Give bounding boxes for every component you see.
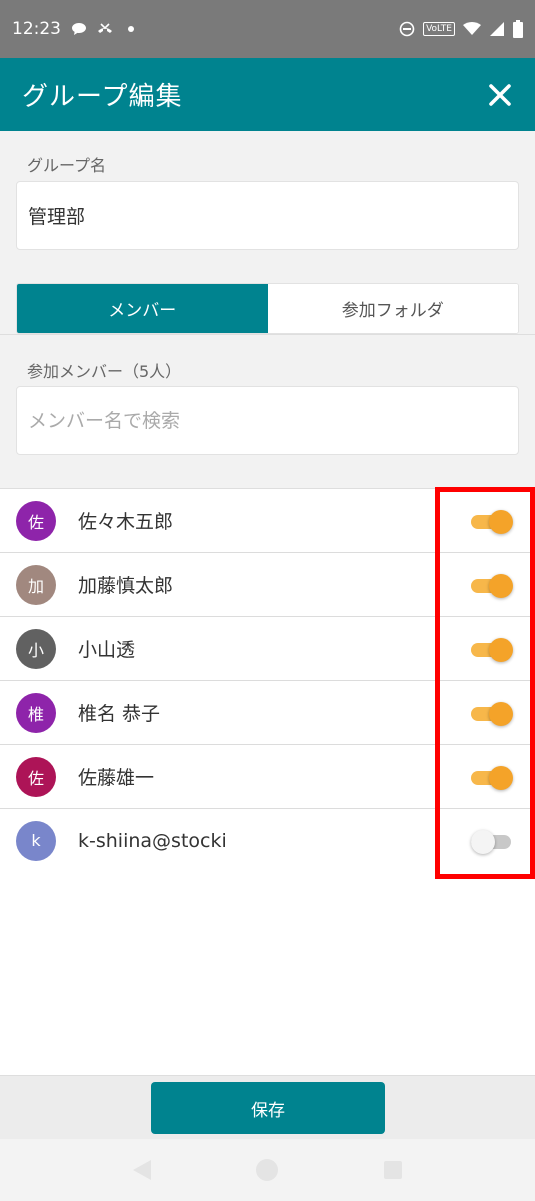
list-item: 小 小山透 [0,617,535,681]
list-item: 椎 椎名 恭子 [0,681,535,745]
app-bar: グループ編集 [0,58,535,131]
avatar: 加 [16,564,56,605]
system-nav-bar [0,1139,535,1201]
volte-icon: VoLTE [423,22,455,36]
save-button[interactable]: 保存 [151,1082,385,1134]
missed-call-icon [98,23,112,33]
recent-apps-icon[interactable] [384,1161,403,1179]
avatar: 椎 [16,692,56,733]
tab-folders[interactable]: 参加フォルダ [267,284,518,333]
avatar: 小 [16,628,56,669]
member-toggle-switch[interactable] [471,637,513,662]
list-item: k k-shiina@stocki [0,809,535,873]
member-toggle-switch[interactable] [471,701,513,726]
list-item: 佐 佐々木五郎 [0,489,535,553]
avatar: 佐 [16,756,56,797]
member-list: 佐 佐々木五郎 加 加藤慎太郎 小 小山透 椎 椎名 恭子 佐 佐藤雄一 k k… [0,488,535,873]
member-name: 加藤慎太郎 [78,575,174,597]
group-name-field[interactable] [16,181,519,250]
member-search-field[interactable] [16,386,519,455]
member-search-input[interactable] [28,409,507,432]
tab-bar: メンバー 参加フォルダ [16,283,519,334]
member-toggle-switch[interactable] [471,829,513,854]
notification-dot-icon [128,26,134,32]
back-icon[interactable] [132,1160,151,1180]
chat-bubble-icon [72,23,86,35]
group-name-label: グループ名 [27,156,107,175]
member-name: 佐々木五郎 [78,511,174,533]
list-item: 佐 佐藤雄一 [0,745,535,809]
member-name: 椎名 恭子 [78,703,161,725]
member-toggle-switch[interactable] [471,509,513,534]
home-icon[interactable] [256,1159,279,1181]
member-name: 佐藤雄一 [78,767,155,789]
empty-area [0,872,535,1075]
close-icon[interactable] [487,82,513,108]
member-toggle-switch[interactable] [471,573,513,598]
avatar: 佐 [16,500,56,541]
member-name: k-shiina@stocki [78,829,227,852]
member-toggle-switch[interactable] [471,765,513,790]
bottom-bar: 保存 [0,1075,535,1139]
group-name-input[interactable] [28,204,507,227]
wifi-icon [463,22,481,35]
tab-members[interactable]: メンバー [17,284,268,333]
divider [0,334,535,335]
members-count-label: 参加メンバー（5人） [27,362,182,381]
signal-icon [490,22,504,36]
status-time: 12:23 [12,19,61,39]
battery-icon [513,20,523,38]
status-bar: 12:23 VoLTE [0,0,535,58]
avatar: k [16,820,56,861]
do-not-disturb-icon [399,21,415,37]
list-item: 加 加藤慎太郎 [0,553,535,617]
page-title: グループ編集 [22,82,183,112]
member-name: 小山透 [78,639,136,661]
